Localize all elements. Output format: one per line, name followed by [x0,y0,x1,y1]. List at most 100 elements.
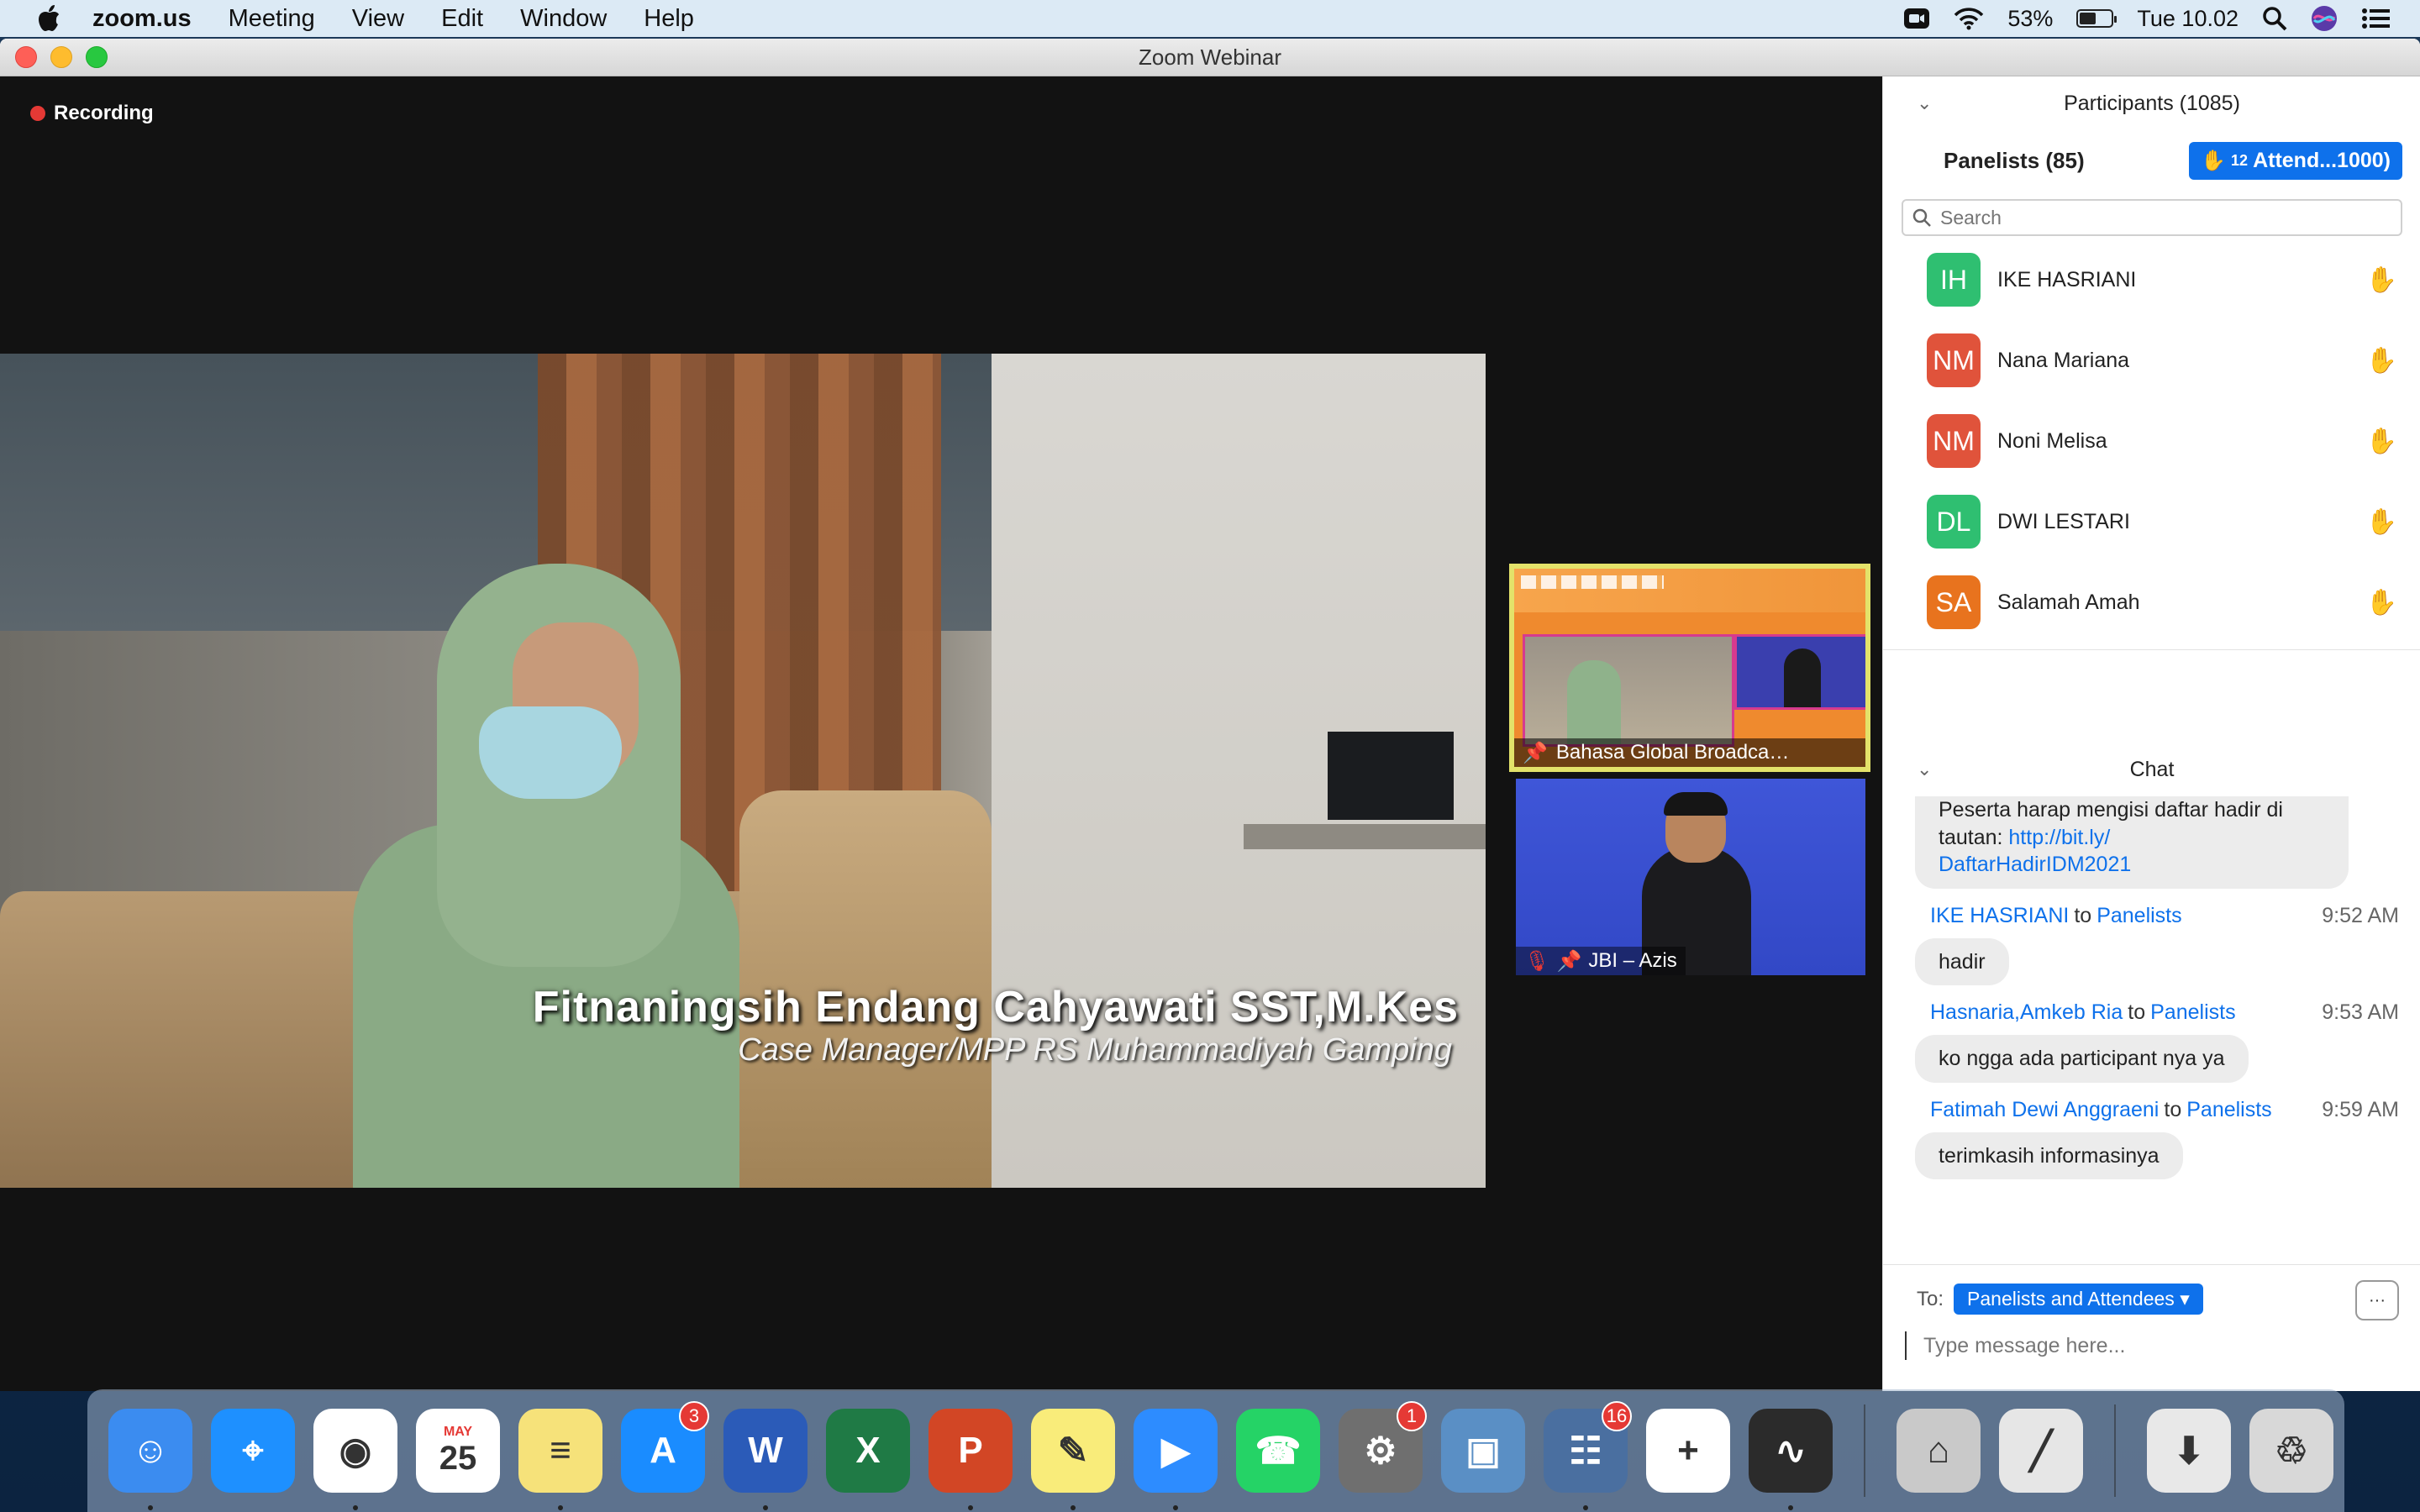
dock-grapher[interactable]: ╱ [1990,1399,2092,1502]
dock-system-preferences[interactable]: ⚙ 1 [1329,1399,1432,1502]
dock-finder[interactable]: ☺ [99,1399,202,1510]
participant-row[interactable]: NM Noni Melisa ✋ [1883,401,2420,481]
to-label: To: [1917,1287,1944,1310]
chat-sender[interactable]: IKE HASRIANI [1930,904,2069,928]
collapse-chevron-icon[interactable]: ⌄ [1917,759,1932,780]
tab-panelists[interactable]: Panelists (85) [1944,148,2085,174]
downloads-stack-icon: ⬇ [2147,1409,2231,1493]
menu-edit[interactable]: Edit [423,5,502,33]
muted-mic-icon: 🎙 [1524,949,1550,973]
main-speaker-video[interactable]: Fitnaningsih Endang Cahyawati SST,M.Kes … [0,354,1486,1188]
chevron-down-icon: ▾ [2180,1288,2190,1310]
participant-tabs: Panelists (85) ✋ 12 Attend...1000) [1883,130,2420,191]
zoom-window: Zoom Webinar Recording Fitnaningsih Enda… [0,39,2420,1391]
dock-instruments[interactable]: ⌂ [1887,1399,1990,1502]
avatar: IH [1927,253,1981,307]
video-thumbnail-broadcast[interactable]: 📌 Bahasa Global Broadca… [1509,564,1870,772]
recording-label: Recording [54,102,154,124]
battery-icon[interactable] [2076,9,2118,28]
dock-powerpoint[interactable]: P [919,1399,1022,1510]
dock-word[interactable]: W [714,1399,817,1510]
chat-recipient[interactable]: Panelists [2150,1000,2235,1025]
collapse-chevron-icon[interactable]: ⌄ [1917,92,1932,114]
broadcast-inset-left [1523,634,1734,747]
dock-chrome[interactable]: ◉ [304,1399,407,1510]
video-thumbnail-azis[interactable]: 🎙 📌 JBI – Azis [1516,779,1865,975]
chat-time: 9:53 AM [2322,1000,2399,1024]
fullscreen-window-button[interactable] [86,46,108,68]
raised-hand-icon[interactable]: ✋ [2366,265,2397,295]
menu-view[interactable]: View [334,5,423,33]
chat-recipient[interactable]: Panelists [2186,1098,2271,1122]
control-center-icon[interactable] [2361,8,2391,29]
powerpoint-icon: P [929,1409,1013,1493]
chat-message-input[interactable]: Type message here... [1905,1331,2420,1360]
dock-audio-recorder[interactable]: ∿ [1739,1399,1842,1510]
raised-hand-icon[interactable]: ✋ [2366,588,2397,617]
chat-more-button[interactable]: ··· [2355,1280,2399,1320]
participant-row[interactable]: IH IKE HASRIANI ✋ [1883,239,2420,320]
chat-recipient[interactable]: Panelists [2096,904,2181,928]
dock-downloads-stack[interactable]: ⬇ [2138,1399,2240,1502]
raised-hand-icon[interactable]: ✋ [2366,507,2397,537]
clock[interactable]: Tue 10.02 [2137,6,2238,32]
dock-zoom[interactable]: ▶ [1124,1399,1227,1510]
zoom-camera-icon[interactable] [1903,8,1930,29]
title-bar[interactable]: Zoom Webinar [0,39,2420,76]
tab-attendees[interactable]: ✋ 12 Attend...1000) [2189,141,2402,180]
participant-name: DWI LESTARI [1997,509,2130,533]
siri-icon[interactable] [2311,5,2338,32]
menu-app-name[interactable]: zoom.us [92,5,210,33]
dock-notes[interactable]: ≡ [509,1399,612,1510]
recipient-dropdown[interactable]: Panelists and Attendees ▾ [1954,1284,2203,1315]
dock-app-store[interactable]: A3 [612,1399,714,1502]
dock-calendar[interactable]: MAY 25 [407,1399,509,1502]
participant-list[interactable]: IH IKE HASRIANI ✋ NM Nana Mariana ✋ NM N… [1883,239,2420,650]
minimize-window-button[interactable] [50,46,72,68]
pin-icon: 📌 [1556,949,1582,973]
chat-message-meta: Fatimah Dewi Anggraeni to Panelists 9:59… [1930,1098,2399,1122]
broadcast-inset-right [1734,634,1865,710]
menu-bar: zoom.us Meeting View Edit Window Help 53… [0,0,2420,37]
dock-preview[interactable]: ▣ [1432,1399,1534,1502]
preview-icon: ▣ [1441,1409,1525,1493]
chat-link-line1: http://bit.ly/ [2008,825,2111,849]
close-window-button[interactable] [15,46,37,68]
dock-excel[interactable]: X [817,1399,919,1502]
participant-row[interactable]: NM Nana Mariana ✋ [1883,320,2420,401]
video-area[interactable]: Recording Fitnaningsih Endang Cahyawati … [0,76,1882,1391]
chat-composer: To: Panelists and Attendees ▾ ··· Type m… [1883,1264,2420,1391]
search-input[interactable] [1939,205,2392,230]
dock-whatsapp[interactable]: ☎ [1227,1399,1329,1502]
recording-indicator[interactable]: Recording [30,102,154,125]
window-controls [15,46,108,68]
chat-message-meta: Hasnaria,Amkeb Ria to Panelists 9:53 AM [1930,1000,2399,1025]
dock-tableau[interactable]: + [1637,1399,1739,1502]
participant-row[interactable]: SA Salamah Amah ✋ [1883,562,2420,643]
menu-window[interactable]: Window [502,5,625,33]
spotlight-search-icon[interactable] [2262,6,2287,31]
broadcast-inset-person [1567,660,1621,744]
running-indicator [353,1505,358,1510]
chat-messages[interactable]: Peserta harap mengisi daftar hadir di ta… [1883,796,2420,1225]
chat-to-word: to [2074,903,2092,927]
wifi-icon[interactable] [1954,7,1984,30]
menu-meeting[interactable]: Meeting [210,5,334,33]
chat-sender[interactable]: Hasnaria,Amkeb Ria [1930,1000,2123,1025]
dock-separator [1864,1404,1865,1497]
apple-icon[interactable] [30,4,67,33]
participant-search[interactable] [1902,199,2402,236]
dock-safari[interactable]: ⌖ [202,1399,304,1502]
chat-to-word: to [2164,1097,2182,1121]
chat-sender[interactable]: Fatimah Dewi Anggraeni [1930,1098,2159,1122]
dock-stickies[interactable]: ✎ [1022,1399,1124,1510]
raised-hand-icon[interactable]: ✋ [2366,346,2397,375]
dock-trash[interactable]: ♲ [2240,1399,2343,1502]
menu-help[interactable]: Help [625,5,713,33]
tab-attendees-label: Attend...1000) [2253,148,2391,172]
raised-hand-icon[interactable]: ✋ [2366,427,2397,456]
participant-row[interactable]: DL DWI LESTARI ✋ [1883,481,2420,562]
chat-bubble: ko ngga ada participant nya ya [1915,1035,2249,1083]
dock-launchpad[interactable]: ☷ 16 [1534,1399,1637,1510]
running-indicator [1071,1505,1076,1510]
